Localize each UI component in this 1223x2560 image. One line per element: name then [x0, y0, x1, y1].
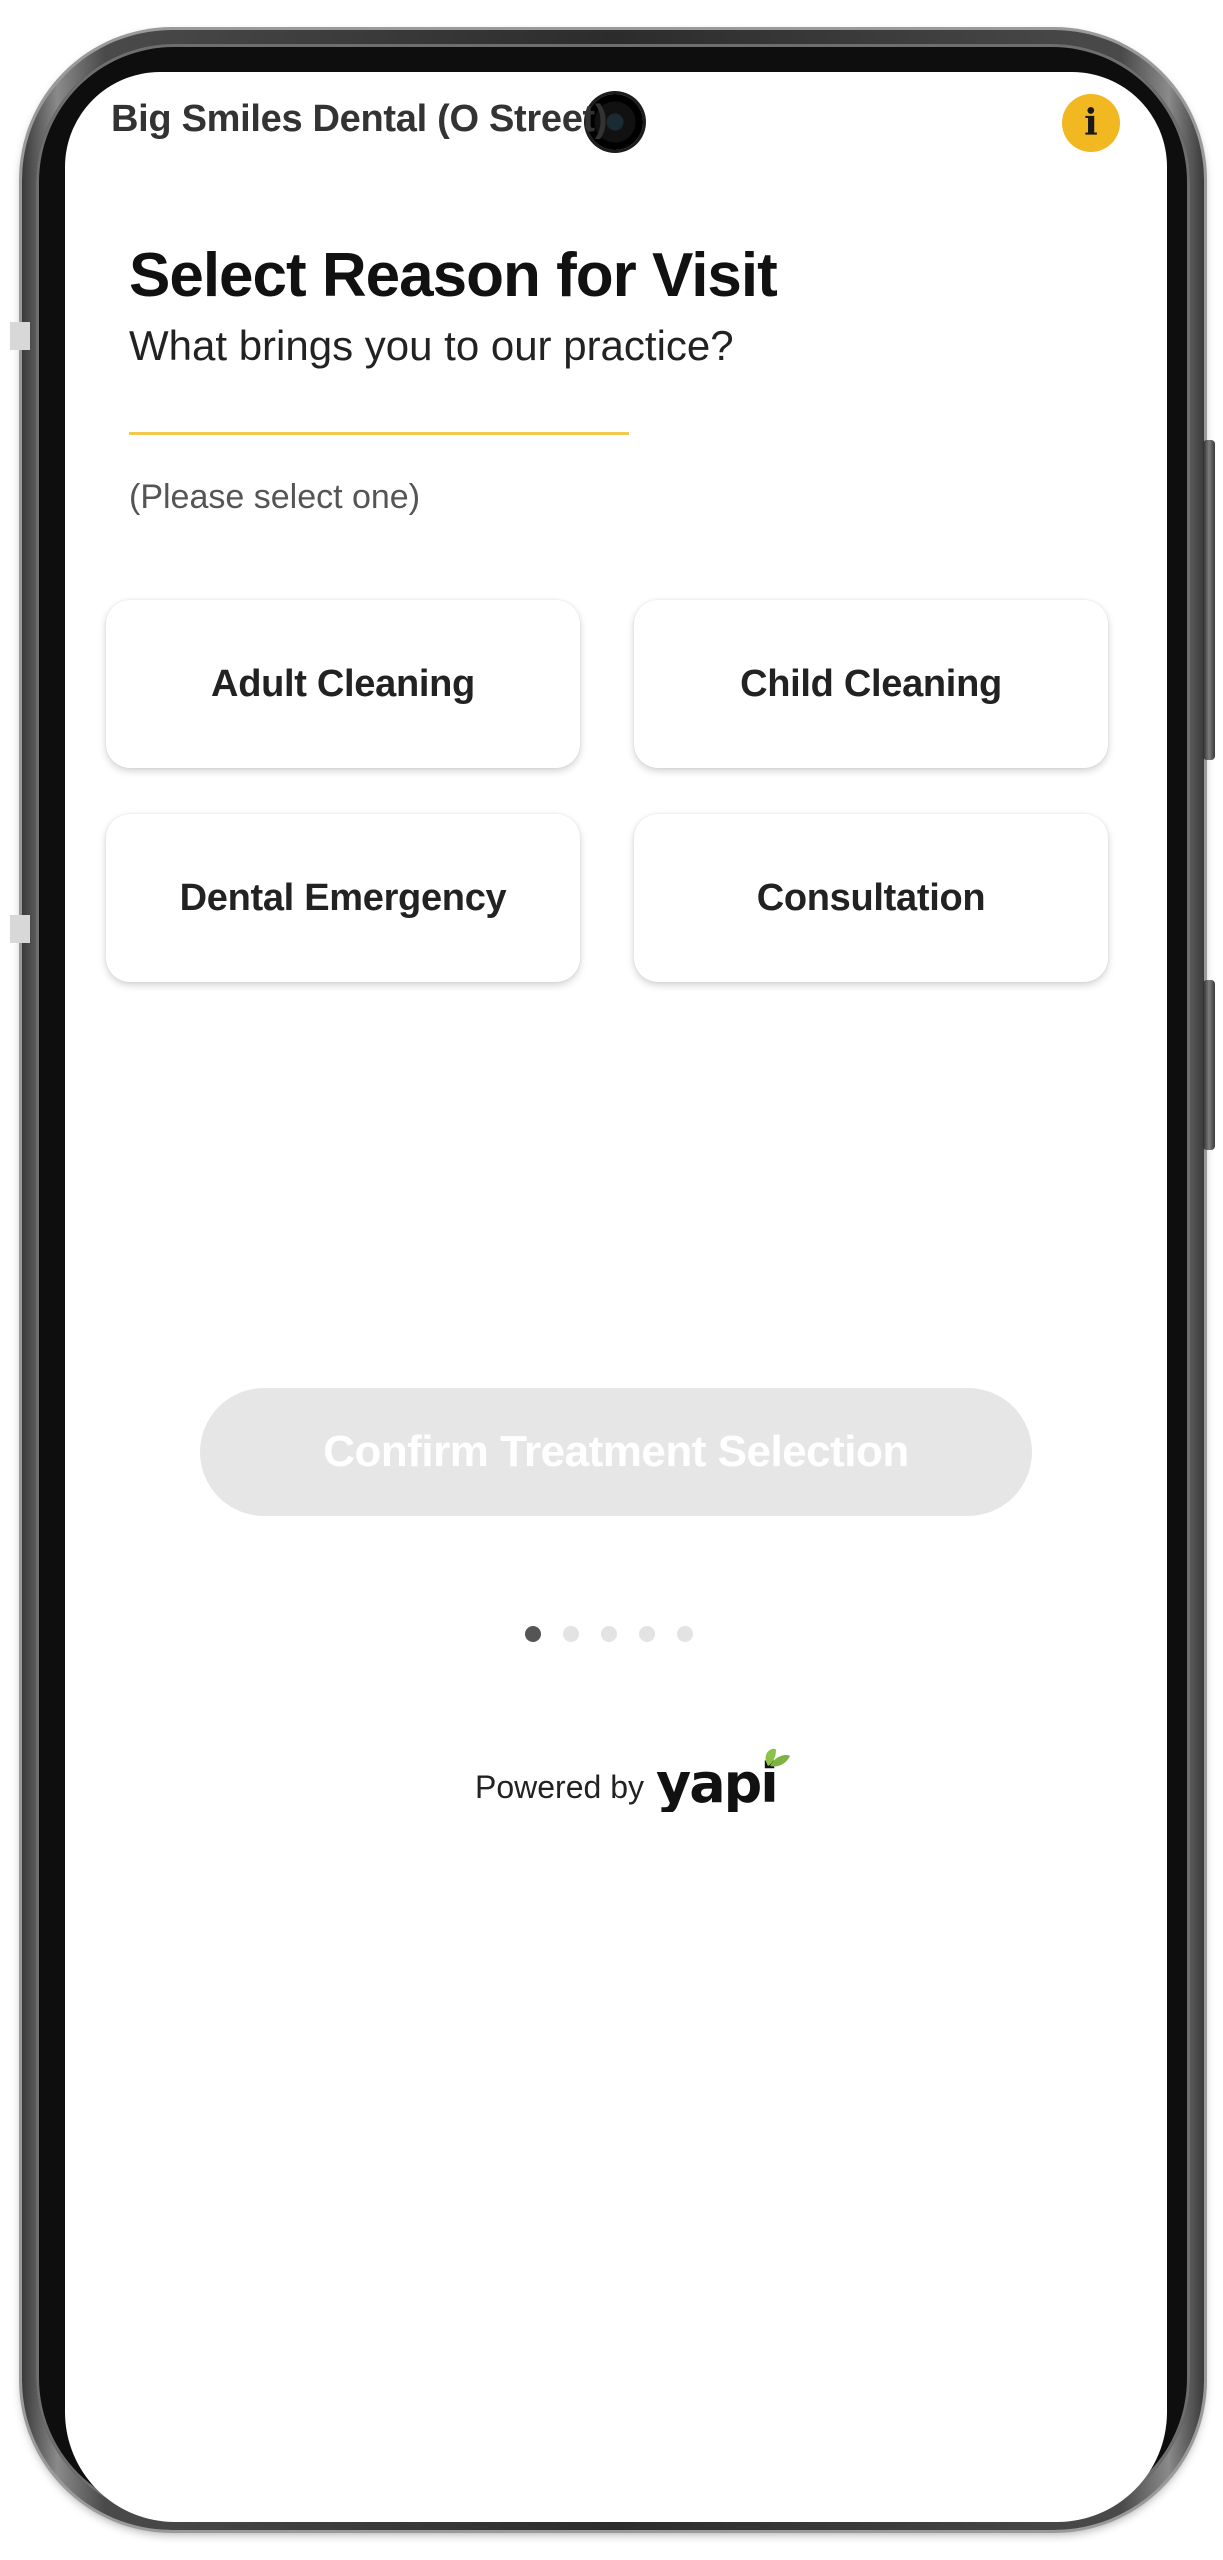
option-label: Adult Cleaning: [211, 662, 475, 705]
pager-dot-active: [525, 1626, 541, 1642]
powered-by-label: Powered by: [475, 1769, 644, 1805]
option-adult-cleaning[interactable]: Adult Cleaning: [106, 600, 580, 768]
option-label: Dental Emergency: [179, 876, 507, 919]
option-consultation[interactable]: Consultation: [634, 814, 1108, 982]
power-button: [1203, 440, 1215, 760]
pager-dot: [639, 1626, 655, 1642]
pager-dot: [677, 1626, 693, 1642]
option-label: Child Cleaning: [740, 662, 1002, 705]
confirm-treatment-button[interactable]: Confirm Treatment Selection: [200, 1388, 1032, 1516]
frame-marker: [10, 915, 30, 943]
pager-dot: [563, 1626, 579, 1642]
title-divider: [129, 432, 629, 435]
info-icon[interactable]: i: [1062, 94, 1120, 152]
page-subtitle: What brings you to our practice?: [129, 322, 734, 369]
option-dental-emergency[interactable]: Dental Emergency: [106, 814, 580, 982]
step-pager: [525, 1624, 707, 1644]
pager-dot: [601, 1626, 617, 1642]
option-child-cleaning[interactable]: Child Cleaning: [634, 600, 1108, 768]
powered-by: Powered by yapi: [475, 1744, 792, 1812]
app-screen: Big Smiles Dental (O Street) i Select Re…: [65, 72, 1167, 2522]
svg-text:yapi: yapi: [656, 1752, 777, 1812]
volume-button: [1203, 980, 1215, 1150]
yapi-logo: yapi: [656, 1748, 790, 1812]
frame-marker: [10, 322, 30, 350]
practice-name: Big Smiles Dental (O Street): [111, 98, 608, 140]
confirm-button-label: Confirm Treatment Selection: [323, 1427, 909, 1476]
option-label: Consultation: [756, 876, 986, 919]
page-title: Select Reason for Visit: [129, 241, 778, 310]
selection-hint: (Please select one): [129, 478, 421, 516]
